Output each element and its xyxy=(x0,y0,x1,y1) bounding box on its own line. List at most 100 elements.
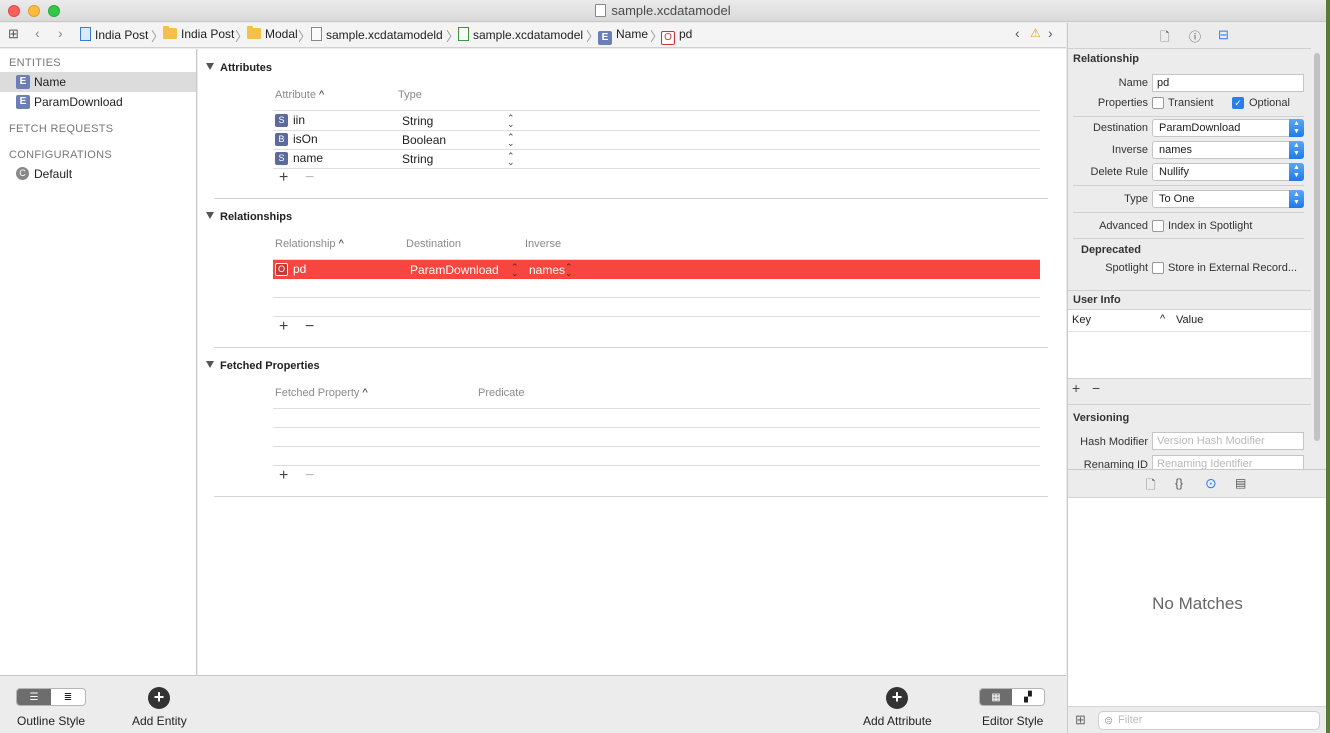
relationship-name[interactable]: pd xyxy=(293,262,306,276)
table-style-icon[interactable]: ☰ xyxy=(17,689,51,705)
sidebar-entity-name[interactable]: E Name xyxy=(0,72,196,92)
key-column-header[interactable]: Key xyxy=(1072,314,1091,326)
relationship-column-header[interactable]: Relationship ^ xyxy=(275,238,344,250)
disclosure-triangle-icon[interactable] xyxy=(206,361,214,368)
remove-attribute-minus-button[interactable]: − xyxy=(305,169,314,187)
popup-arrows-icon: ▲ ▼ xyxy=(1289,119,1304,137)
add-fetched-property-plus-button[interactable]: + xyxy=(279,467,288,485)
boolean-type-icon: B xyxy=(275,133,288,146)
type-popup[interactable]: To One ▲ ▼ xyxy=(1152,190,1304,208)
predicate-column-header[interactable]: Predicate xyxy=(478,387,524,399)
table-editor-icon[interactable]: ▦ xyxy=(980,689,1012,705)
remove-relationship-minus-button[interactable]: − xyxy=(305,318,314,336)
hash-modifier-field[interactable]: Version Hash Modifier xyxy=(1152,432,1304,450)
row-divider xyxy=(273,316,1040,317)
add-entity-button[interactable]: + xyxy=(148,687,170,709)
add-user-info-plus-button[interactable]: + xyxy=(1072,380,1080,396)
outline-style-icon[interactable]: ≣ xyxy=(51,689,85,705)
crumb-folder-modal[interactable]: Modal xyxy=(247,26,298,41)
code-snippet-library-icon[interactable]: {} xyxy=(1175,476,1183,490)
relationships-section-header[interactable]: Relationships xyxy=(206,211,293,223)
attribute-column-header[interactable]: Attribute ^ xyxy=(275,89,324,101)
fetched-property-column-label: Fetched Property xyxy=(275,387,360,399)
row-divider xyxy=(273,297,1040,298)
next-issue-icon[interactable]: › xyxy=(1048,25,1053,41)
sidebar-entity-paramdownload[interactable]: E ParamDownload xyxy=(0,92,196,112)
data-model-inspector: 🗋 ⓘ ⊟ Relationship Name pd Properties Tr… xyxy=(1067,23,1326,733)
relationships-title: Relationships xyxy=(220,211,293,223)
destination-column-header[interactable]: Destination xyxy=(406,238,461,250)
destination-popup[interactable]: ParamDownload ▲ ▼ xyxy=(1152,119,1304,137)
grid-view-icon[interactable]: ⊞ xyxy=(1075,712,1086,728)
back-arrow-icon[interactable]: ‹ xyxy=(35,25,40,41)
fetched-properties-section-header[interactable]: Fetched Properties xyxy=(206,360,320,372)
value-column-header[interactable]: Value xyxy=(1176,314,1203,326)
delete-rule-popup[interactable]: Nullify ▲ ▼ xyxy=(1152,163,1304,181)
inverse-column-header[interactable]: Inverse xyxy=(525,238,561,250)
disclosure-triangle-icon[interactable] xyxy=(206,212,214,219)
attributes-section-header[interactable]: Attributes xyxy=(206,62,272,74)
optional-checkbox[interactable]: ✓ xyxy=(1232,97,1244,109)
sidebar-config-default[interactable]: C Default xyxy=(0,164,196,184)
graph-editor-icon[interactable]: ▞ xyxy=(1012,689,1044,705)
attribute-row[interactable]: S name String ⌃ ⌄ xyxy=(273,149,1040,168)
add-relationship-plus-button[interactable]: + xyxy=(279,318,288,336)
warning-icon[interactable]: ⚠ xyxy=(1030,26,1041,40)
relationship-destination-popup[interactable]: ParamDownload xyxy=(410,263,499,277)
crumb-folder-india-post[interactable]: India Post xyxy=(163,26,235,41)
disclosure-triangle-icon[interactable] xyxy=(206,63,214,70)
forward-arrow-icon[interactable]: › xyxy=(58,25,63,41)
crumb-label: sample.xcdatamodeld xyxy=(326,28,443,42)
folder-icon xyxy=(163,26,177,39)
attribute-row[interactable]: B isOn Boolean ⌃ ⌄ xyxy=(273,130,1040,149)
crumb-label: Name xyxy=(616,27,649,41)
relationship-inverse-popup[interactable]: names xyxy=(529,263,565,277)
type-column-header[interactable]: Type xyxy=(398,89,422,101)
remove-user-info-minus-button[interactable]: − xyxy=(1092,380,1100,396)
file-template-library-icon[interactable]: 🗋 xyxy=(1146,476,1156,497)
filter-placeholder: Filter xyxy=(1118,714,1143,726)
library-filter-field[interactable]: ⊜ Filter xyxy=(1098,711,1320,730)
crumb-datamodel-file[interactable]: sample.xcdatamodel xyxy=(458,27,583,42)
remove-fetched-property-minus-button[interactable]: − xyxy=(305,467,314,485)
relationship-name-field[interactable]: pd xyxy=(1152,74,1304,92)
store-external-record-checkbox[interactable] xyxy=(1152,262,1164,274)
attribute-name[interactable]: isOn xyxy=(293,132,318,146)
inspector-divider xyxy=(1068,48,1311,49)
media-library-icon[interactable]: ▤ xyxy=(1235,476,1246,490)
editor-style-segmented-control[interactable]: ▦ ▞ xyxy=(979,688,1045,706)
document-icon xyxy=(595,4,607,17)
title-bar: sample.xcdatamodel xyxy=(0,0,1326,22)
attribute-name[interactable]: iin xyxy=(293,113,305,127)
relationship-row-selected[interactable]: O pd ParamDownload ⌃ ⌄ names ⌃ ⌄ xyxy=(273,260,1040,279)
user-info-table[interactable]: Key ^ Value xyxy=(1068,309,1311,379)
attribute-row[interactable]: S iin String ⌃ ⌄ xyxy=(273,111,1040,130)
crumb-project[interactable]: India Post xyxy=(80,27,148,42)
add-attribute-plus-button[interactable]: + xyxy=(279,169,288,187)
inspector-divider xyxy=(1073,116,1304,117)
fetched-property-column-header[interactable]: Fetched Property ^ xyxy=(275,387,368,399)
attribute-name[interactable]: name xyxy=(293,151,323,165)
index-in-spotlight-checkbox[interactable] xyxy=(1152,220,1164,232)
attribute-type-popup[interactable]: String xyxy=(402,114,433,128)
file-inspector-icon[interactable]: 🗋 xyxy=(1160,28,1170,49)
data-model-inspector-icon[interactable]: ⊟ xyxy=(1218,27,1229,43)
outline-style-segmented-control[interactable]: ☰ ≣ xyxy=(16,688,86,706)
inverse-popup[interactable]: names ▲ ▼ xyxy=(1152,141,1304,159)
xcode-window: sample.xcdatamodel ⊞ ‹ › India Post 〉 In… xyxy=(0,0,1326,733)
inspector-scrollbar[interactable] xyxy=(1314,53,1320,441)
previous-issue-icon[interactable]: ‹ xyxy=(1015,25,1020,41)
object-library-icon[interactable]: ⊙ xyxy=(1205,475,1217,492)
crumb-label: India Post xyxy=(181,27,235,41)
attribute-type-popup[interactable]: Boolean xyxy=(402,133,446,147)
editor-style-label: Editor Style xyxy=(982,714,1044,728)
add-attribute-button[interactable]: + xyxy=(886,687,908,709)
crumb-relationship-pd[interactable]: Opd xyxy=(661,27,692,45)
crumb-entity-name[interactable]: E Name xyxy=(598,27,648,45)
transient-checkbox[interactable] xyxy=(1152,97,1164,109)
crumb-datamodel-bundle[interactable]: sample.xcdatamodeld xyxy=(311,27,443,42)
renaming-id-field[interactable]: Renaming Identifier xyxy=(1152,455,1304,469)
attribute-type-popup[interactable]: String xyxy=(402,152,433,166)
quick-help-icon[interactable]: ⓘ xyxy=(1189,28,1201,45)
related-items-grid-icon[interactable]: ⊞ xyxy=(8,26,19,42)
